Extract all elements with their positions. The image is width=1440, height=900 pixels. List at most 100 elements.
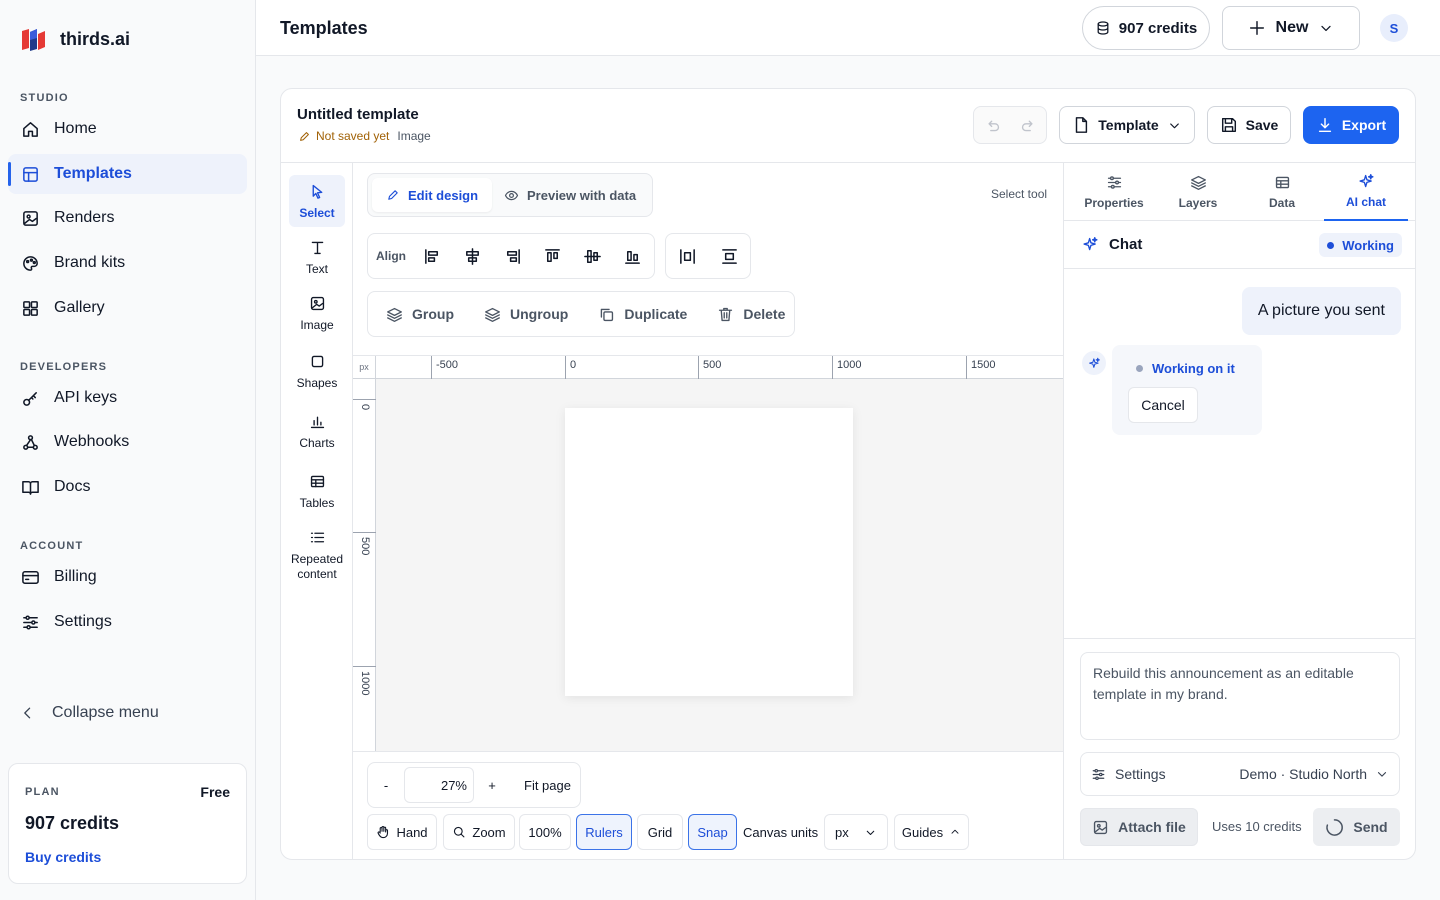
brand[interactable]: thirds.ai: [20, 26, 130, 52]
tool-label: Tables: [299, 496, 335, 510]
hand-tool-button[interactable]: Hand: [367, 814, 437, 850]
tool-repeated-content[interactable]: Repeated content: [289, 529, 345, 582]
tab-data[interactable]: Data: [1240, 163, 1324, 221]
template-icon: [23, 166, 38, 182]
distribute-vertical-button[interactable]: [709, 247, 749, 266]
align-top-button[interactable]: [532, 247, 572, 266]
cancel-button[interactable]: Cancel: [1128, 387, 1198, 423]
hand-label: Hand: [396, 824, 428, 840]
sidebar-item-settings[interactable]: Settings: [8, 602, 247, 642]
avatar[interactable]: S: [1380, 14, 1408, 42]
sidebar-item-home[interactable]: Home: [8, 109, 247, 149]
delete-label: Delete: [743, 306, 786, 322]
tool-text[interactable]: Text: [289, 239, 345, 276]
tool-shapes[interactable]: Shapes: [289, 353, 345, 390]
attach-file-button[interactable]: Attach file: [1080, 808, 1198, 846]
template-name[interactable]: Untitled template: [297, 106, 419, 123]
pencil-icon: [388, 190, 398, 200]
guides-dropdown[interactable]: Guides: [894, 814, 969, 850]
home-icon: [23, 121, 38, 137]
tab-properties[interactable]: Properties: [1072, 163, 1156, 221]
tab-label: Preview with data: [527, 187, 637, 203]
chevron-down-icon: [866, 830, 875, 835]
sidebar-item-webhooks[interactable]: Webhooks: [8, 422, 247, 462]
image-icon: [1094, 820, 1108, 834]
align-center-h-button[interactable]: [452, 247, 492, 266]
vertical-ruler[interactable]: 0 500 1000: [353, 356, 376, 752]
tool-image[interactable]: Image: [289, 295, 345, 332]
snap-toggle[interactable]: Snap: [688, 814, 737, 850]
align-right-button[interactable]: [492, 247, 532, 266]
prompt-input[interactable]: Rebuild this announcement as an editable…: [1080, 652, 1400, 740]
fit-page-button[interactable]: Fit page: [524, 778, 571, 793]
chat-settings-select[interactable]: Settings Demo · Studio North: [1080, 752, 1400, 796]
align-bottom-button[interactable]: [612, 247, 652, 266]
duplicate-button[interactable]: Duplicate: [598, 306, 687, 323]
zoom-value[interactable]: 27%: [404, 767, 474, 803]
align-middle-button[interactable]: [572, 247, 612, 266]
sidebar-item-label: Home: [54, 120, 97, 137]
sidebar-item-docs[interactable]: Docs: [8, 467, 247, 507]
sidebar: thirds.ai STUDIO Home Templates Renders …: [0, 0, 256, 900]
section-label-studio: STUDIO: [20, 92, 69, 104]
buy-credits-link[interactable]: Buy credits: [25, 849, 101, 865]
chat-title: Chat: [1082, 236, 1142, 253]
zoom-in-button[interactable]: +: [474, 778, 510, 793]
inspector-tabs: Properties Layers Data AI chat: [1064, 163, 1415, 221]
zoom-out-button[interactable]: -: [368, 778, 404, 793]
tab-preview-with-data[interactable]: Preview with data: [490, 178, 650, 212]
distribute-horizontal-icon: [679, 248, 695, 264]
distribute-horizontal-button[interactable]: [667, 247, 707, 266]
table-icon: [1275, 176, 1289, 189]
tab-layers[interactable]: Layers: [1156, 163, 1240, 221]
sidebar-item-brand-kits[interactable]: Brand kits: [8, 243, 247, 283]
sidebar-item-api-keys[interactable]: API keys: [8, 378, 247, 418]
export-button[interactable]: Export: [1303, 106, 1399, 144]
tool-charts[interactable]: Charts: [289, 413, 345, 450]
sidebar-item-templates[interactable]: Templates: [8, 154, 247, 194]
sparkle-icon: [1088, 357, 1100, 368]
canvas-units-select[interactable]: px: [824, 814, 888, 850]
copy-icon: [601, 308, 614, 321]
zoom-tool-button[interactable]: Zoom: [443, 814, 515, 850]
tab-edit-design[interactable]: Edit design: [372, 178, 493, 212]
credits-label: 907 credits: [1118, 19, 1198, 37]
tab-ai-chat[interactable]: AI chat: [1324, 163, 1408, 221]
align-left-button[interactable]: [412, 247, 452, 266]
send-button[interactable]: Send: [1313, 808, 1400, 846]
card-icon: [22, 570, 39, 584]
artboard[interactable]: [565, 408, 853, 696]
zoom-100-button[interactable]: 100%: [519, 814, 571, 850]
ruler-tick: 1000: [832, 356, 861, 379]
collapse-menu-button[interactable]: Collapse menu: [20, 704, 159, 722]
table-icon: [310, 475, 324, 488]
plan-tier: Free: [200, 784, 230, 800]
credits-button[interactable]: 907 credits: [1082, 6, 1210, 50]
sliders-icon: [23, 614, 38, 630]
template-menu-button[interactable]: Template: [1059, 106, 1195, 144]
rulers-toggle[interactable]: Rulers: [576, 814, 632, 850]
tool-tables[interactable]: Tables: [289, 473, 345, 510]
delete-button[interactable]: Delete: [717, 306, 785, 323]
sidebar-item-billing[interactable]: Billing: [8, 557, 247, 597]
align-toolbar: Align: [367, 233, 655, 279]
tool-select[interactable]: Select: [289, 175, 345, 227]
canvas-units-value: px: [835, 824, 849, 840]
user-message: A picture you sent: [1241, 287, 1401, 335]
group-button[interactable]: Group: [386, 306, 454, 323]
new-button[interactable]: New: [1222, 6, 1360, 50]
ungroup-button[interactable]: Ungroup: [484, 306, 568, 323]
status-dot: [1327, 241, 1335, 249]
save-button[interactable]: Save: [1207, 106, 1291, 144]
plus-icon: [1249, 20, 1264, 36]
horizontal-ruler[interactable]: -500 0 500 1000 1500: [353, 356, 1063, 379]
assistant-message: Working on it Cancel: [1112, 345, 1262, 435]
brand-name: thirds.ai: [60, 28, 131, 49]
undo-icon[interactable]: [984, 117, 1001, 134]
grid-toggle[interactable]: Grid: [637, 814, 683, 850]
redo-icon[interactable]: [1020, 117, 1037, 134]
top-bar: Templates 907 credits New S: [256, 0, 1440, 56]
sidebar-item-gallery[interactable]: Gallery: [8, 288, 247, 328]
sidebar-item-renders[interactable]: Renders: [8, 198, 247, 238]
tab-label: Layers: [1178, 196, 1218, 210]
